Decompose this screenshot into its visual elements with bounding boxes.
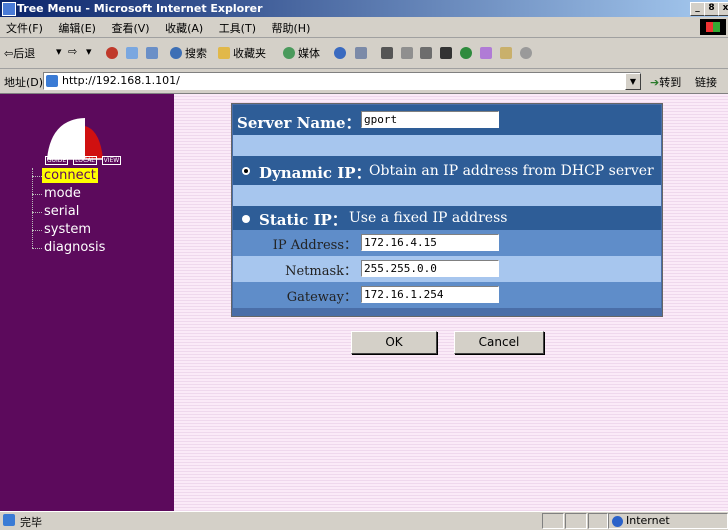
forward-dropdown-icon[interactable]: ▾ bbox=[86, 45, 92, 58]
windows-flag-icon bbox=[700, 19, 726, 35]
address-label: 地址(D) bbox=[4, 76, 44, 89]
gateway-row: Gateway： bbox=[233, 282, 661, 308]
page-done-icon bbox=[3, 514, 15, 526]
close-button[interactable]: x bbox=[718, 2, 728, 16]
netmask-input[interactable] bbox=[361, 260, 499, 277]
favorites-icon[interactable] bbox=[218, 47, 230, 59]
tree-item-serial[interactable]: serial bbox=[32, 204, 81, 219]
zone-label: Internet bbox=[626, 514, 670, 527]
home-icon[interactable] bbox=[146, 47, 158, 59]
tree-item-diagnosis[interactable]: diagnosis bbox=[32, 240, 107, 255]
discuss-icon[interactable] bbox=[420, 47, 432, 59]
logo-labels: GUIDE LOCAL VIEW bbox=[45, 156, 124, 165]
logo-label-local: LOCAL bbox=[73, 156, 97, 165]
dynamic-ip-row[interactable]: Dynamic IP： Obtain an IP address from DH… bbox=[233, 156, 661, 185]
window-title: Tree Menu - Microsoft Internet Explorer bbox=[17, 2, 263, 15]
address-bar: 地址(D) http://192.168.1.101/ ▼ ➔转到 链接 bbox=[0, 69, 728, 94]
dynamic-ip-radio[interactable] bbox=[242, 167, 250, 175]
tree-item-connect[interactable]: connect bbox=[32, 168, 98, 183]
messenger-icon[interactable] bbox=[460, 47, 472, 59]
main-content: Server Name： Dynamic IP： Obtain an IP ad… bbox=[174, 94, 728, 511]
title-bar: Tree Menu - Microsoft Internet Explorer … bbox=[0, 0, 728, 17]
spacer-row bbox=[233, 135, 661, 156]
cancel-button[interactable]: Cancel bbox=[454, 331, 544, 354]
tree-item-label[interactable]: mode bbox=[42, 186, 83, 201]
status-bar: 完毕 Internet bbox=[0, 511, 728, 529]
links-button[interactable]: 链接 bbox=[695, 74, 717, 90]
back-button[interactable]: ⇦后退 bbox=[4, 45, 35, 61]
ok-button[interactable]: OK bbox=[351, 331, 437, 354]
stop-icon[interactable] bbox=[106, 47, 118, 59]
logo-label-view: VIEW bbox=[101, 156, 122, 165]
toolbar: ⇦后退 ▾ ⇨ ▾ 搜索 收藏夹 媒体 bbox=[0, 38, 728, 69]
spacer-row bbox=[233, 185, 661, 206]
status-pane bbox=[588, 513, 608, 529]
research-icon[interactable] bbox=[480, 47, 492, 59]
server-name-row: Server Name： bbox=[233, 105, 661, 135]
media-button[interactable]: 媒体 bbox=[298, 45, 320, 61]
globe-icon bbox=[612, 515, 623, 527]
menu-edit[interactable]: 编辑(E) bbox=[52, 17, 102, 39]
tree-item-label[interactable]: serial bbox=[42, 204, 81, 219]
go-label: 转到 bbox=[659, 76, 682, 89]
ip-address-row: IP Address： bbox=[233, 230, 661, 256]
static-ip-desc: Use a fixed IP address bbox=[349, 210, 508, 226]
status-pane bbox=[542, 513, 564, 529]
history-icon[interactable] bbox=[334, 47, 346, 59]
static-ip-title: Static IP： bbox=[259, 211, 347, 229]
ip-address-label: IP Address： bbox=[272, 238, 357, 253]
address-input[interactable]: http://192.168.1.101/ bbox=[43, 72, 641, 90]
menu-tools[interactable]: 工具(T) bbox=[213, 17, 262, 39]
static-ip-radio[interactable] bbox=[242, 215, 250, 223]
tree-item-system[interactable]: system bbox=[32, 222, 93, 237]
search-button[interactable]: 搜索 bbox=[185, 45, 207, 61]
refresh-icon[interactable] bbox=[126, 47, 138, 59]
menu-favorites[interactable]: 收藏(A) bbox=[159, 17, 209, 39]
menu-file[interactable]: 文件(F) bbox=[0, 17, 49, 39]
server-name-input[interactable] bbox=[361, 111, 499, 128]
connect-settings-panel: Server Name： Dynamic IP： Obtain an IP ad… bbox=[231, 103, 663, 317]
media-icon[interactable] bbox=[283, 47, 295, 59]
user-icon[interactable] bbox=[520, 47, 532, 59]
netmask-row: Netmask： bbox=[233, 256, 661, 282]
tree-item-label[interactable]: system bbox=[42, 222, 93, 237]
server-name-label: Server Name： bbox=[237, 114, 361, 132]
menu-view[interactable]: 查看(V) bbox=[105, 17, 155, 39]
gateway-input[interactable] bbox=[361, 286, 499, 303]
logo-label-guide: GUIDE bbox=[45, 156, 69, 165]
back-dropdown-icon[interactable]: ▾ bbox=[56, 45, 62, 58]
dynamic-ip-title: Dynamic IP： bbox=[259, 164, 371, 182]
gateway-label: Gateway： bbox=[286, 290, 357, 305]
ip-address-input[interactable] bbox=[361, 234, 499, 251]
edit-icon[interactable] bbox=[401, 47, 413, 59]
maximize-button[interactable]: 8 bbox=[704, 2, 719, 16]
go-arrow-icon: ➔ bbox=[650, 76, 660, 89]
dynamic-ip-desc: Obtain an IP address from DHCP server bbox=[369, 163, 654, 179]
status-pane bbox=[565, 513, 587, 529]
search-icon[interactable] bbox=[170, 47, 182, 59]
ie-icon bbox=[2, 2, 16, 16]
plugin-icon[interactable] bbox=[500, 47, 512, 59]
address-url[interactable]: http://192.168.1.101/ bbox=[62, 74, 180, 87]
sidebar: GUIDE LOCAL VIEW connect mode serial sys… bbox=[0, 94, 174, 511]
tree-item-label[interactable]: connect bbox=[42, 168, 98, 183]
tools-icon[interactable] bbox=[440, 47, 452, 59]
favorites-button[interactable]: 收藏夹 bbox=[233, 45, 266, 61]
mail-icon[interactable] bbox=[355, 47, 367, 59]
minimize-button[interactable]: _ bbox=[690, 2, 705, 16]
forward-button[interactable]: ⇨ bbox=[68, 45, 77, 58]
netmask-label: Netmask： bbox=[285, 264, 357, 279]
menu-bar: 文件(F) 编辑(E) 查看(V) 收藏(A) 工具(T) 帮助(H) bbox=[0, 17, 728, 38]
page-icon bbox=[46, 75, 58, 87]
menu-help[interactable]: 帮助(H) bbox=[266, 17, 317, 39]
tree-item-label[interactable]: diagnosis bbox=[42, 240, 107, 255]
address-dropdown-button[interactable]: ▼ bbox=[625, 73, 641, 90]
security-zone: Internet bbox=[612, 514, 670, 527]
tree-item-mode[interactable]: mode bbox=[32, 186, 83, 201]
go-button[interactable]: ➔转到 bbox=[650, 74, 681, 90]
print-icon[interactable] bbox=[381, 47, 393, 59]
static-ip-row[interactable]: Static IP： Use a fixed IP address bbox=[233, 206, 661, 230]
